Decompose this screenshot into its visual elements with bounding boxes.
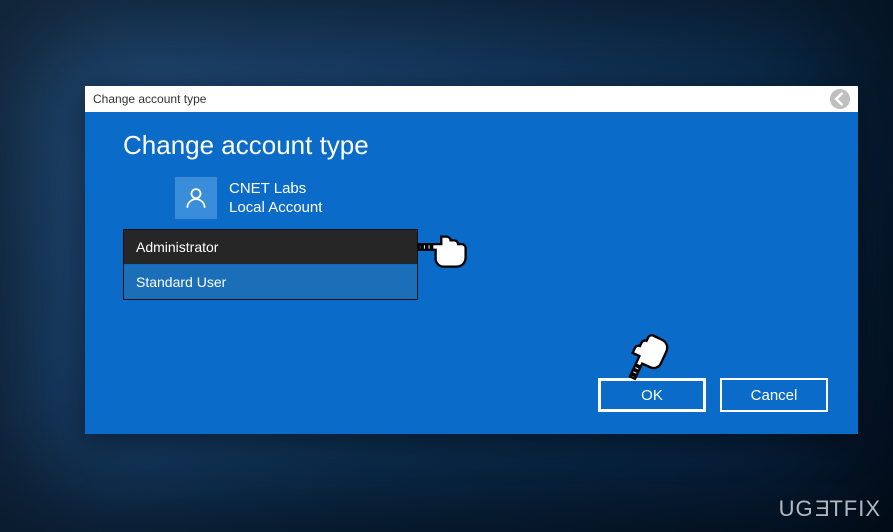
user-icon bbox=[183, 185, 209, 211]
window-title: Change account type bbox=[93, 92, 206, 106]
dropdown-option-standard-user[interactable]: Standard User bbox=[124, 265, 417, 299]
back-button[interactable] bbox=[830, 89, 850, 109]
account-type-label: Local Account bbox=[229, 198, 322, 218]
cancel-button[interactable]: Cancel bbox=[720, 378, 828, 412]
account-text: CNET Labs Local Account bbox=[229, 179, 322, 218]
page-title: Change account type bbox=[123, 130, 820, 161]
avatar bbox=[175, 177, 217, 219]
dialog-buttons: OK Cancel bbox=[598, 378, 828, 412]
dialog-content: Change account type CNET Labs Local Acco… bbox=[85, 112, 858, 318]
account-type-dropdown[interactable]: Administrator Standard User bbox=[123, 229, 418, 300]
pointing-hand-icon bbox=[415, 216, 475, 281]
account-name: CNET Labs bbox=[229, 179, 322, 199]
dropdown-option-administrator[interactable]: Administrator bbox=[124, 230, 417, 265]
chevron-left-icon bbox=[830, 89, 850, 109]
titlebar: Change account type bbox=[85, 86, 858, 112]
account-info: CNET Labs Local Account bbox=[175, 177, 820, 219]
watermark: UGETFIX bbox=[779, 496, 881, 522]
